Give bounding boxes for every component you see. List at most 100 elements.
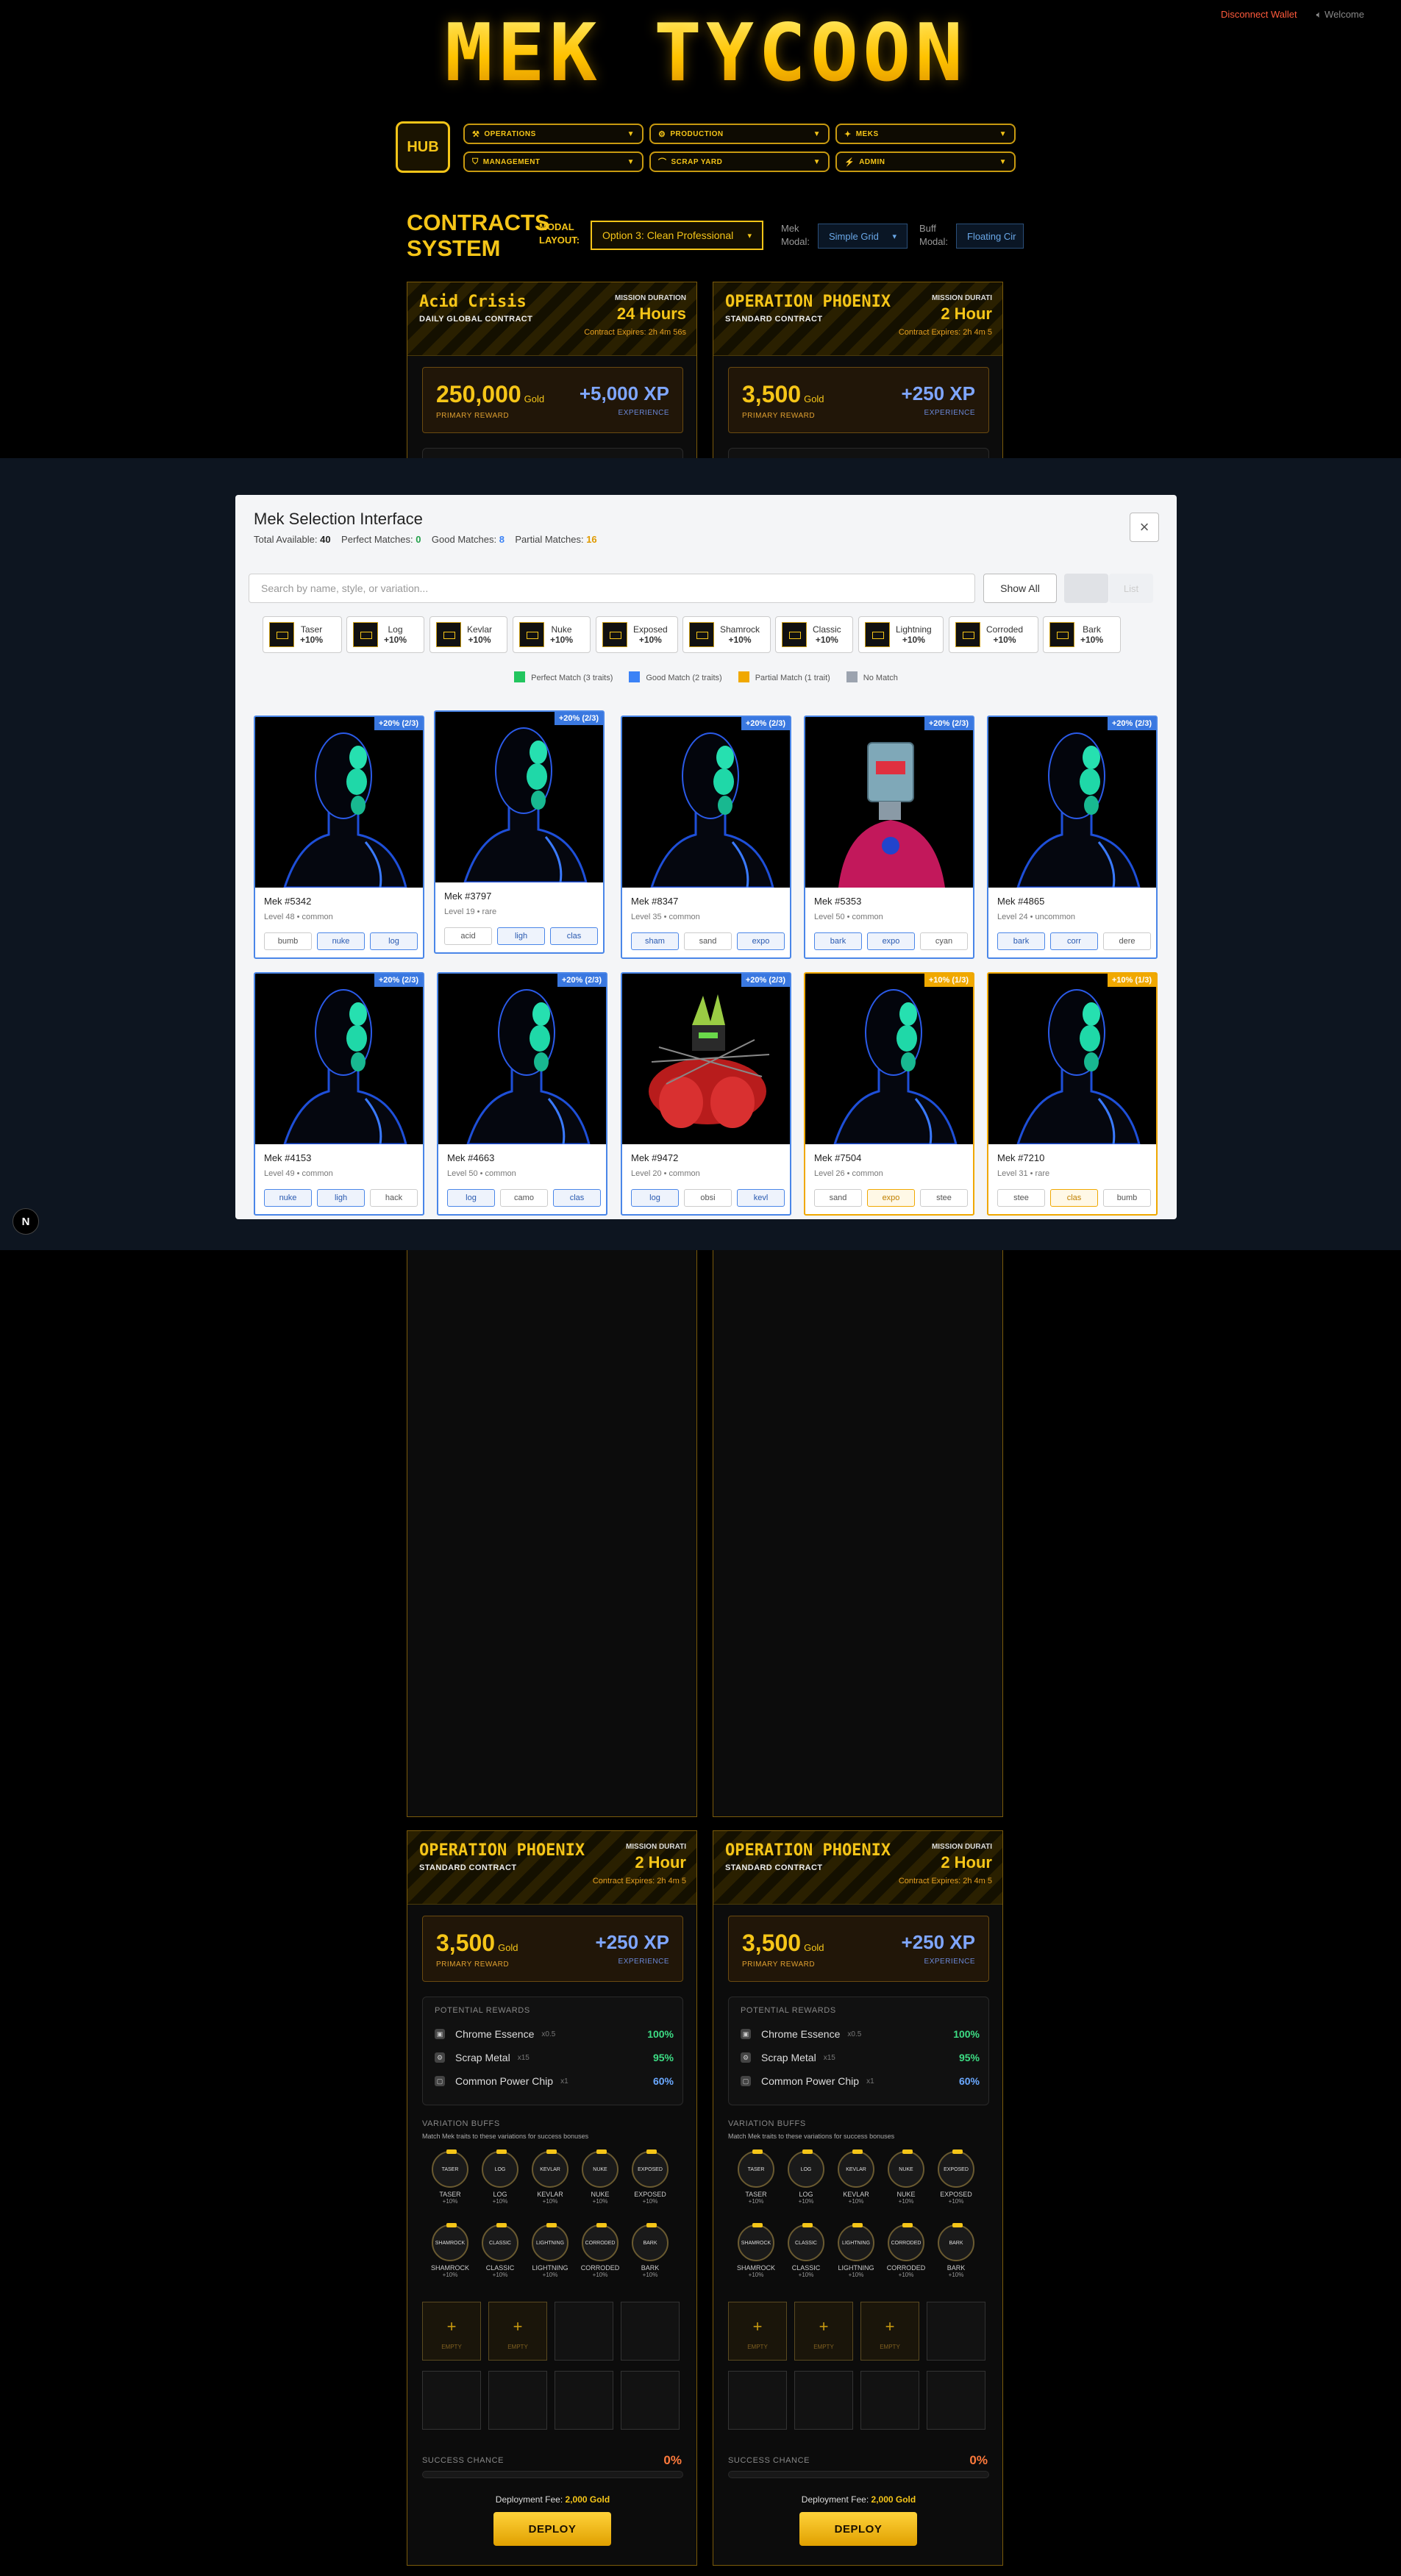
contract-expires: Contract Expires: 2h 4m 5 xyxy=(898,1877,992,1885)
variation-buff-bark[interactable]: BARKBARK+10% xyxy=(628,2223,672,2278)
mek-slot[interactable] xyxy=(927,2371,985,2430)
mek-card[interactable]: +20% (2/3) Mek #5342 Level 48 • common bumb… xyxy=(254,716,424,959)
close-button[interactable]: × xyxy=(1130,513,1159,542)
mek-slot[interactable]: + EMPTY xyxy=(728,2302,787,2361)
nav-meks[interactable]: ✦ MEKS ▼ xyxy=(835,124,1016,144)
buff-bonus: +10% xyxy=(592,2198,608,2205)
variation-buff-shamrock[interactable]: SHAMROCKSHAMROCK+10% xyxy=(428,2223,472,2278)
variation-buff-kevlar[interactable]: KEVLARKEVLAR+10% xyxy=(528,2149,572,2205)
mek-slot[interactable]: + EMPTY xyxy=(488,2302,547,2361)
mek-card[interactable]: +20% (2/3) Mek #4865 Level 24 • uncommon ba… xyxy=(987,716,1158,959)
variation-buff-classic[interactable]: CLASSICCLASSIC+10% xyxy=(478,2223,522,2278)
variation-buff-exposed[interactable]: EXPOSEDEXPOSED+10% xyxy=(628,2149,672,2205)
potential-rewards-title: POTENTIAL REWARDS xyxy=(741,2006,836,2015)
variation-buff-nuke[interactable]: NUKENUKE+10% xyxy=(884,2149,928,2205)
mek-modal-select[interactable]: Simple Grid ▾ xyxy=(818,224,908,249)
variation-chip-lightning[interactable]: Lightning +10% xyxy=(858,616,944,653)
mek-slot[interactable] xyxy=(794,2371,853,2430)
variation-chip-shamrock[interactable]: Shamrock +10% xyxy=(682,616,771,653)
modal-layout-select[interactable]: Option 3: Clean Professional ▾ xyxy=(591,221,763,250)
mek-portrait xyxy=(833,989,958,1144)
trait-tag: cyan xyxy=(920,932,968,950)
variation-buff-lightning[interactable]: LIGHTNINGLIGHTNING+10% xyxy=(834,2223,878,2278)
variation-buffs-title: VARIATION BUFFS xyxy=(728,2119,806,2128)
variation-chip-classic[interactable]: Classic +10% xyxy=(775,616,853,653)
variation-chip-kevlar[interactable]: Kevlar +10% xyxy=(429,616,507,653)
variation-buff-kevlar[interactable]: KEVLARKEVLAR+10% xyxy=(834,2149,878,2205)
variation-buff-taser[interactable]: TASERTASER+10% xyxy=(428,2149,472,2205)
buff-modal-select[interactable]: Floating Cir xyxy=(956,224,1024,249)
mek-slot[interactable]: + EMPTY xyxy=(860,2302,919,2361)
mek-slot[interactable] xyxy=(555,2371,613,2430)
variation-buff-log[interactable]: LOGLOG+10% xyxy=(784,2149,828,2205)
variation-chip-corroded[interactable]: Corroded +10% xyxy=(949,616,1038,653)
mek-slot[interactable]: + EMPTY xyxy=(422,2302,481,2361)
nav-scrap-yard[interactable]: ⌒ SCRAP YARD ▼ xyxy=(649,151,830,172)
legend-label: Partial Match (1 trait) xyxy=(755,674,830,682)
search-input[interactable]: Search by name, style, or variation... xyxy=(249,574,975,603)
show-all-button[interactable]: Show All xyxy=(983,574,1057,603)
grid-view-toggle[interactable] xyxy=(1064,574,1108,603)
nav-operations[interactable]: ⚒ OPERATIONS ▼ xyxy=(463,124,644,144)
gold-unit: Gold xyxy=(804,393,824,404)
variation-chip-taser[interactable]: Taser +10% xyxy=(263,616,342,653)
variation-buff-exposed[interactable]: EXPOSEDEXPOSED+10% xyxy=(934,2149,978,2205)
buff-circle: LOG xyxy=(788,2149,824,2188)
deploy-button[interactable]: DEPLOY xyxy=(493,2512,611,2546)
variation-buff-classic[interactable]: CLASSICCLASSIC+10% xyxy=(784,2223,828,2278)
mek-card[interactable]: +20% (2/3) Mek #3797 Level 19 • rare acid li… xyxy=(434,710,605,954)
variation-chip-exposed[interactable]: Exposed +10% xyxy=(596,616,678,653)
variation-buff-taser[interactable]: TASERTASER+10% xyxy=(734,2149,778,2205)
deploy-button[interactable]: DEPLOY xyxy=(799,2512,917,2546)
mek-slot[interactable] xyxy=(728,2371,787,2430)
mek-card[interactable]: +20% (2/3) Mek #4153 Level 49 • common nuke… xyxy=(254,972,424,1216)
mission-duration-label: MISSION DURATI xyxy=(931,294,992,302)
list-view-toggle[interactable]: List xyxy=(1109,574,1153,603)
mek-slot[interactable]: + EMPTY xyxy=(794,2302,853,2361)
buff-name: TASER xyxy=(745,2191,767,2198)
total-count: 40 xyxy=(320,534,331,545)
variation-buff-lightning[interactable]: LIGHTNINGLIGHTNING+10% xyxy=(528,2223,572,2278)
variation-chip-bonus: +10% xyxy=(993,635,1016,645)
nav-management[interactable]: ⛉ MANAGEMENT ▼ xyxy=(463,151,644,172)
mek-card[interactable]: +10% (1/3) Mek #7504 Level 26 • common sand… xyxy=(804,972,974,1216)
mek-slot[interactable] xyxy=(422,2371,481,2430)
mek-card[interactable]: +20% (2/3) Mek #5353 Level 50 • common bark… xyxy=(804,716,974,959)
next-dev-badge[interactable]: N xyxy=(13,1208,39,1235)
good-label: Good Matches: xyxy=(431,534,497,545)
mek-slot[interactable] xyxy=(621,2302,680,2361)
variation-buff-corroded[interactable]: CORRODEDCORRODED+10% xyxy=(578,2223,622,2278)
nav-production[interactable]: ⚙ PRODUCTION ▼ xyxy=(649,124,830,144)
nav-admin[interactable]: ⚡ ADMIN ▼ xyxy=(835,151,1016,172)
mek-card[interactable]: +10% (1/3) Mek #7210 Level 31 • rare stee cl… xyxy=(987,972,1158,1216)
variation-chip-bark[interactable]: Bark +10% xyxy=(1043,616,1121,653)
variation-buff-nuke[interactable]: NUKENUKE+10% xyxy=(578,2149,622,2205)
variation-buff-shamrock[interactable]: SHAMROCKSHAMROCK+10% xyxy=(734,2223,778,2278)
mek-slot[interactable] xyxy=(860,2371,919,2430)
buff-circle: CORRODED xyxy=(582,2223,618,2261)
buff-name: KEVLAR xyxy=(537,2191,563,2198)
buff-name: LOG xyxy=(799,2191,813,2198)
variation-buff-corroded[interactable]: CORRODEDCORRODED+10% xyxy=(884,2223,928,2278)
mek-slot[interactable] xyxy=(555,2302,613,2361)
variation-chip-nuke[interactable]: Nuke +10% xyxy=(513,616,591,653)
disconnect-wallet-link[interactable]: Disconnect Wallet xyxy=(1221,9,1297,20)
slot-empty-label: EMPTY xyxy=(813,2344,834,2350)
mek-card[interactable]: +20% (2/3) Mek #9472 Level 20 • common log o… xyxy=(621,972,791,1216)
deployment-fee: Deployment Fee: 2,000 Gold xyxy=(713,2494,1002,2505)
mek-card[interactable]: +20% (2/3) Mek #8347 Level 35 • common sham… xyxy=(621,716,791,959)
variation-buff-bark[interactable]: BARKBARK+10% xyxy=(934,2223,978,2278)
mek-card[interactable]: +20% (2/3) Mek #4663 Level 50 • common log c… xyxy=(437,972,607,1216)
variation-chip-text: Bark +10% xyxy=(1080,624,1103,645)
add-mek-icon: + xyxy=(446,2317,457,2336)
mek-slot[interactable] xyxy=(621,2371,680,2430)
variation-buff-log[interactable]: LOGLOG+10% xyxy=(478,2149,522,2205)
mek-slot[interactable] xyxy=(488,2371,547,2430)
buff-name: BARK xyxy=(641,2264,660,2272)
mission-duration-label: MISSION DURATION xyxy=(614,294,686,302)
mek-slot[interactable] xyxy=(927,2302,985,2361)
trait-tag: clas xyxy=(553,1189,601,1207)
variation-chip-log[interactable]: Log +10% xyxy=(346,616,424,653)
hub-button[interactable]: HUB xyxy=(396,121,450,173)
success-chance-label: SUCCESS CHANCE xyxy=(728,2456,810,2465)
